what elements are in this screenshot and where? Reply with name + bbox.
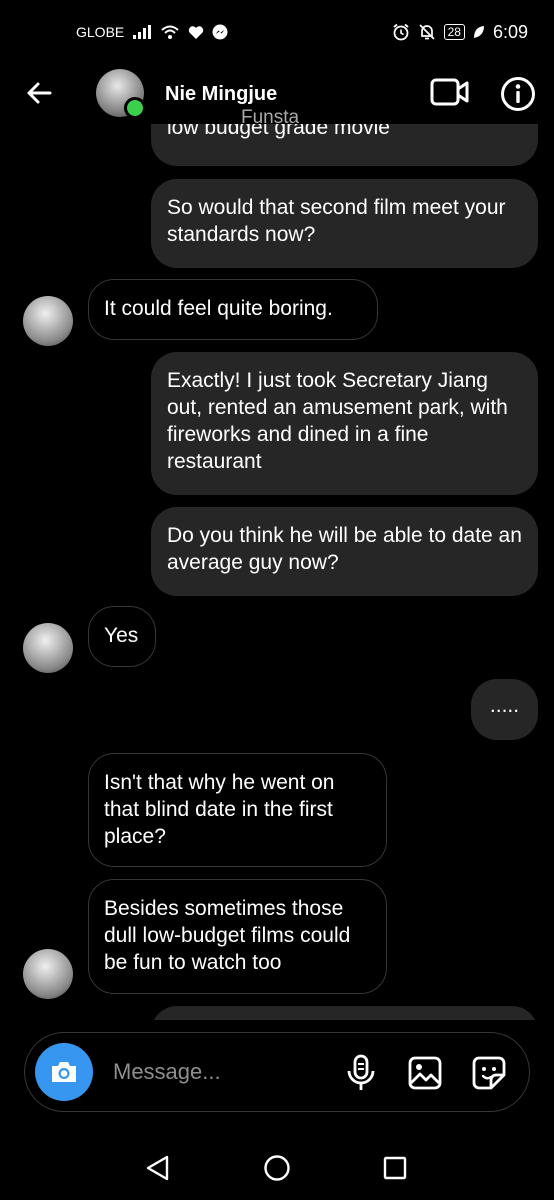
online-status-dot xyxy=(124,97,146,119)
info-icon xyxy=(501,77,535,111)
message-composer xyxy=(24,1032,530,1112)
square-recents-icon xyxy=(383,1156,407,1180)
contact-avatar-small[interactable] xyxy=(23,296,73,346)
triangle-back-icon xyxy=(146,1155,169,1181)
battery-indicator: 28 xyxy=(443,24,465,40)
message-bubble-outgoing[interactable]: low budget grade movie xyxy=(151,124,538,166)
wifi-icon xyxy=(160,24,180,40)
info-button[interactable] xyxy=(500,76,536,112)
message-bubble-outgoing[interactable]: So would that second film meet your stan… xyxy=(151,179,538,268)
message-bubble-outgoing[interactable]: ..... xyxy=(471,679,538,740)
contact-avatar[interactable] xyxy=(96,69,146,119)
back-button[interactable] xyxy=(22,76,56,110)
gallery-button[interactable] xyxy=(407,1055,443,1091)
message-bubble-incoming[interactable]: Besides sometimes those dull low-budget … xyxy=(88,879,387,994)
nav-back-button[interactable] xyxy=(144,1154,172,1182)
message-bubble-incoming[interactable]: It could feel quite boring. xyxy=(88,279,378,340)
nav-home-button[interactable] xyxy=(263,1154,291,1182)
video-camera-icon xyxy=(430,78,469,106)
contact-avatar-small[interactable] xyxy=(23,623,73,673)
contact-name[interactable]: Nie Mingjue xyxy=(165,83,277,106)
message-bubble-outgoing[interactable]: Do you think he will be able to date an … xyxy=(151,507,538,596)
alarm-icon xyxy=(392,23,410,41)
status-left: GLOBE xyxy=(76,24,228,40)
mute-bell-icon xyxy=(418,23,436,41)
microphone-icon xyxy=(347,1054,375,1090)
chat-header: Nie Mingjue Funsta xyxy=(0,64,554,128)
sticker-button[interactable] xyxy=(471,1055,507,1091)
camera-icon xyxy=(52,1062,76,1082)
image-icon xyxy=(408,1056,442,1090)
status-right: 28 6:09 xyxy=(392,22,528,43)
message-input[interactable] xyxy=(111,1053,325,1091)
messenger-icon xyxy=(212,24,228,40)
message-bubble-incoming[interactable]: Isn't that why he went on that blind dat… xyxy=(88,753,387,867)
heart-icon xyxy=(188,25,204,40)
camera-button[interactable] xyxy=(35,1043,93,1101)
carrier-label: GLOBE xyxy=(76,24,125,40)
arrow-left-icon xyxy=(27,82,52,104)
voice-message-button[interactable] xyxy=(343,1053,379,1093)
status-bar: GLOBE 28 6:09 xyxy=(0,0,554,64)
message-bubble-incoming[interactable]: Yes xyxy=(88,606,156,667)
status-time: 6:09 xyxy=(492,21,528,42)
message-bubble-outgoing-partial[interactable] xyxy=(151,1006,538,1020)
signal-icon xyxy=(132,24,152,40)
circle-home-icon xyxy=(264,1155,290,1181)
video-call-button[interactable] xyxy=(430,76,470,108)
contact-avatar-small[interactable] xyxy=(23,949,73,999)
message-bubble-outgoing[interactable]: Exactly! I just took Secretary Jiang out… xyxy=(151,352,538,495)
leaf-icon xyxy=(473,25,485,39)
message-list[interactable]: low budget grade movie So would that sec… xyxy=(0,124,554,1020)
system-nav-bar xyxy=(0,1130,554,1200)
nav-recents-button[interactable] xyxy=(383,1156,407,1180)
sticker-icon xyxy=(472,1056,506,1090)
